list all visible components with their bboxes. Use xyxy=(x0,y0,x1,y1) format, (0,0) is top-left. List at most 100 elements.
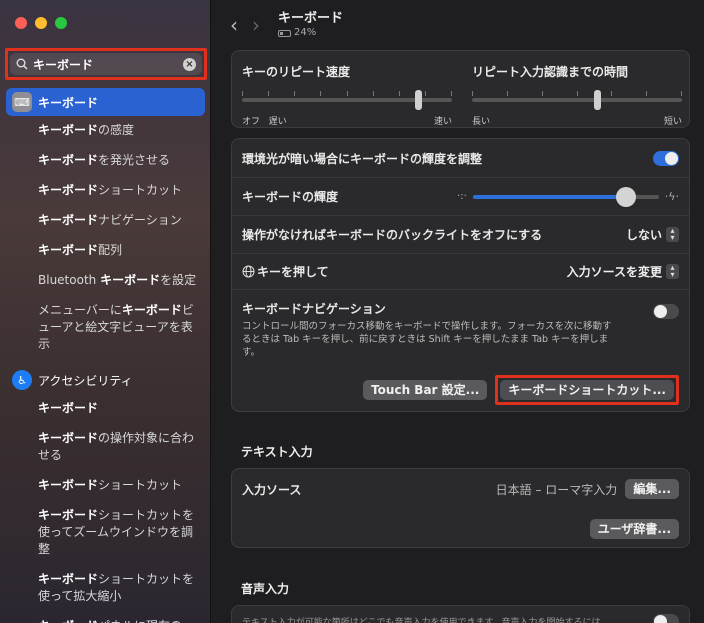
sidebar-item-text: キーボード xyxy=(38,508,99,522)
globe-label: キーを押して xyxy=(257,265,329,279)
key-repeat-speed-label: キーのリピート速度 xyxy=(242,65,351,79)
slider-tick xyxy=(320,91,321,96)
search-icon xyxy=(16,58,28,70)
battery-status: 24% xyxy=(278,27,343,39)
slider-tick xyxy=(542,91,543,96)
sidebar-item-text: ショートカット xyxy=(98,478,183,492)
zoom-window-button[interactable] xyxy=(55,17,67,29)
sidebar-result-item[interactable]: メニューバーにキーボードビューアと絵文字ビューアを表示 xyxy=(0,302,210,353)
sidebar-result-item[interactable]: キーボード xyxy=(0,400,210,417)
user-dictionary-button[interactable]: ユーザ辞書... xyxy=(589,519,679,539)
slider-tick xyxy=(472,91,473,96)
globe-popup[interactable]: 入力ソースを変更 ▴ ▾ xyxy=(567,263,679,280)
search-input[interactable] xyxy=(33,57,183,71)
dictation-toggle[interactable] xyxy=(653,613,679,623)
slider-tick xyxy=(425,91,426,96)
minimize-window-button[interactable] xyxy=(35,17,47,29)
battery-percent: 24% xyxy=(294,27,317,38)
sidebar-item-text: ナビゲーション xyxy=(98,213,182,227)
delay-until-repeat-slider[interactable] xyxy=(472,90,682,110)
forward-chevron-icon[interactable]: › xyxy=(252,13,260,37)
slider-tick xyxy=(268,91,269,96)
clear-search-icon[interactable]: × xyxy=(183,57,196,71)
page-title: キーボード xyxy=(278,11,344,26)
brightness-label: キーボードの輝度 xyxy=(242,190,339,204)
brightness-knob[interactable] xyxy=(615,186,636,207)
key-repeat-speed-knob[interactable] xyxy=(415,90,422,110)
sidebar-result-item[interactable]: キーボードショートカット xyxy=(0,182,210,199)
sidebar-item-text: メニューバーに xyxy=(38,303,122,317)
dictation-heading: 音声入力 xyxy=(241,582,290,596)
speed-slow-label: 遅い xyxy=(268,117,287,127)
dictation-row: テキスト入力が可能な箇所はどこでも音声入力を使用できます。音声入力を開始するには xyxy=(232,606,689,623)
sidebar-result-item[interactable]: キーボードの操作対象に合わせる xyxy=(0,430,210,464)
delay-until-repeat-label: リピート入力認識までの時間 xyxy=(472,65,629,79)
backlight-popup[interactable]: しない ▴ ▾ xyxy=(626,226,679,243)
window-controls xyxy=(15,17,67,29)
brightness-row: キーボードの輝度 ·:· ·ϟ· xyxy=(232,177,689,215)
sidebar-item-text: 配列 xyxy=(98,243,123,257)
sidebar-item-text: キーボード xyxy=(38,213,99,227)
keyboard-navigation-description: コントロール間のフォーカス移動をキーボードで操作します。フォーカスを次に移動する… xyxy=(242,321,612,358)
keyboard-shortcuts-highlight: キーボードショートカット... xyxy=(495,375,679,405)
close-window-button[interactable] xyxy=(15,17,27,29)
key-repeat-card: キーのリピート速度 オフ 遅い 速い リピート入力認識までの時間 長い 短い xyxy=(231,50,690,128)
sidebar-item-text: キーボード xyxy=(38,123,99,137)
touch-bar-settings-button[interactable]: Touch Bar 設定... xyxy=(363,380,488,400)
key-repeat-speed-slider[interactable] xyxy=(242,90,452,110)
ambient-row: 環境光が暗い場合にキーボードの輝度を調整 xyxy=(232,139,689,177)
slider-tick xyxy=(507,91,508,96)
brightness-high-icon: ·ϟ· xyxy=(664,190,679,203)
backlight-label: 操作がなければキーボードのバックライトをオフにする xyxy=(242,228,543,242)
sidebar-result-item[interactable]: Bluetooth キーボードを設定 xyxy=(0,272,210,289)
brightness-slider[interactable] xyxy=(472,186,659,207)
back-chevron-icon[interactable]: ‹ xyxy=(230,13,238,37)
edit-input-sources-button[interactable]: 編集... xyxy=(625,479,679,499)
delay-until-repeat-knob[interactable] xyxy=(594,90,601,110)
sidebar-item-text: を発光させる xyxy=(98,153,171,167)
keyboard-shortcuts-button[interactable]: キーボードショートカット... xyxy=(500,380,674,400)
sidebar-result-item[interactable]: キーボードの感度 xyxy=(0,122,210,139)
updown-icon: ▴ ▾ xyxy=(666,227,679,242)
sidebar-result-item[interactable]: キーボードショートカットを使って拡大縮小 xyxy=(0,571,210,605)
dictation-card: テキスト入力が可能な箇所はどこでも音声入力を使用できます。音声入力を開始するには xyxy=(231,605,690,623)
ambient-label: 環境光が暗い場合にキーボードの輝度を調整 xyxy=(242,151,483,166)
keyboard-settings-card: 環境光が暗い場合にキーボードの輝度を調整 キーボードの輝度 ·:· ·ϟ· 操作… xyxy=(231,138,690,412)
globe-value: 入力ソースを変更 xyxy=(566,265,662,279)
search-results: ⌨ キーボード キーボードの感度 キーボードを発光させる キーボードショートカット キーボ… xyxy=(0,88,210,623)
sidebar-result-item[interactable]: キーボードパネルに現在の xyxy=(0,618,210,623)
sidebar-item-text: キーボード xyxy=(100,273,161,287)
sidebar-item-text: ショートカット xyxy=(98,183,183,197)
delay-long-label: 長い xyxy=(472,117,491,127)
battery-icon xyxy=(278,29,291,37)
sidebar-item-text: アクセシビリティ xyxy=(38,373,133,388)
sidebar-item-keyboard[interactable]: ⌨ キーボード xyxy=(6,88,205,116)
updown-icon: ▴ ▾ xyxy=(666,264,679,279)
search-highlight: × xyxy=(5,48,207,80)
sidebar-result-item[interactable]: キーボードショートカットを使ってズームウインドウを調整 xyxy=(0,507,210,558)
slider-tick xyxy=(646,91,647,96)
sidebar-item-text: キーボード xyxy=(121,303,182,317)
slider-tick xyxy=(399,91,400,96)
sidebar-item-text: キーボード xyxy=(38,619,98,623)
dictation-description: テキスト入力が可能な箇所はどこでも音声入力を使用できます。音声入力を開始するには xyxy=(242,617,601,623)
ambient-toggle[interactable] xyxy=(653,150,679,166)
input-source-label: 入力ソース xyxy=(242,482,302,497)
toolbar: ‹ › キーボード 24% xyxy=(230,6,704,44)
slider-tick xyxy=(611,91,612,96)
search-field[interactable]: × xyxy=(10,53,202,75)
sidebar-item-text: の感度 xyxy=(98,123,135,137)
sidebar-result-item[interactable]: キーボードを発光させる xyxy=(0,152,210,169)
speed-off-label: オフ xyxy=(242,117,261,127)
slider-tick xyxy=(242,91,243,96)
globe-icon xyxy=(242,265,255,278)
sidebar-item-text: キーボード xyxy=(38,243,99,257)
sidebar-item-text: キーボード xyxy=(38,153,99,167)
keyboard-navigation-toggle[interactable] xyxy=(653,304,679,319)
sidebar-item-accessibility[interactable]: ♿ アクセシビリティ xyxy=(6,366,205,394)
sidebar-result-item[interactable]: キーボード配列 xyxy=(0,242,210,259)
sidebar-item-text: キーボード xyxy=(38,478,99,492)
sidebar-result-item[interactable]: キーボードショートカット xyxy=(0,477,210,494)
keyboard-icon: ⌨ xyxy=(12,92,32,112)
sidebar-result-item[interactable]: キーボードナビゲーション xyxy=(0,212,210,229)
